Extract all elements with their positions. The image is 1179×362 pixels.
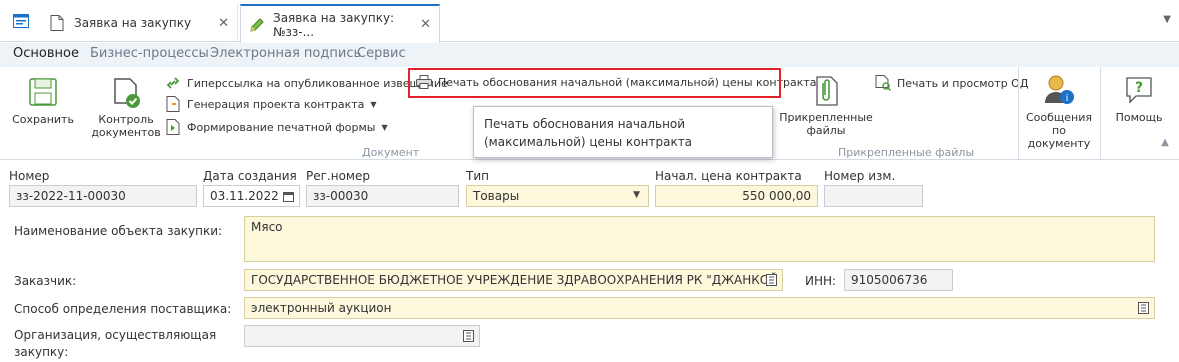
messages-label-1: Сообщения по xyxy=(1025,111,1092,137)
control-documents-label-2: документов xyxy=(91,126,161,139)
ribbon-separator xyxy=(1018,67,1019,159)
tab-business-processes[interactable]: Бизнес-процессы xyxy=(90,46,209,61)
tab-purchase-request[interactable]: Заявка на закупку ✕ xyxy=(42,4,238,42)
object-textarea[interactable]: Мясо xyxy=(244,216,1155,262)
org-label-2: закупку: xyxy=(14,345,69,359)
created-date-field[interactable]: 03.11.2022 xyxy=(203,185,300,207)
help-label: Помощь xyxy=(1115,111,1163,124)
chevron-down-icon[interactable]: ▼ xyxy=(633,190,640,200)
generate-contract-label: Генерация проекта контракта xyxy=(187,97,365,111)
type-select[interactable]: Товары ▼ xyxy=(466,185,649,207)
pencil-icon xyxy=(249,17,265,33)
inn-field[interactable]: 9105006736 xyxy=(844,269,953,291)
print-preview-icon xyxy=(875,75,891,91)
chevron-down-icon[interactable]: ▼ xyxy=(1163,14,1171,25)
tab-label: Заявка на закупку xyxy=(74,16,192,30)
document-tabbar: Заявка на закупку ✕ Заявка на закупку: №… xyxy=(0,0,1179,43)
print-view-od-button[interactable]: Печать и просмотр ОД xyxy=(875,75,1028,91)
chevron-up-icon[interactable]: ▲ xyxy=(1161,137,1169,148)
close-icon[interactable]: ✕ xyxy=(420,17,431,32)
ribbon-separator xyxy=(1100,67,1101,159)
paperclip-icon xyxy=(816,76,838,106)
document-icon xyxy=(50,15,66,31)
help-icon: ? xyxy=(1126,77,1152,104)
user-info-icon: i xyxy=(1045,75,1074,104)
document-icon xyxy=(165,119,181,135)
control-documents-button[interactable]: Контроль документов xyxy=(88,77,164,139)
chevron-down-icon: ▼ xyxy=(381,122,388,132)
calendar-icon[interactable] xyxy=(282,190,294,202)
highlight-box xyxy=(408,68,781,98)
inn-label: ИНН: xyxy=(805,274,837,288)
attached-files-button[interactable]: Прикрепленные файлы xyxy=(779,73,873,137)
save-button[interactable]: Сохранить xyxy=(12,77,74,126)
number-label: Номер xyxy=(9,169,50,183)
help-button[interactable]: ? Помощь xyxy=(1108,75,1170,124)
control-documents-label-1: Контроль xyxy=(98,113,154,126)
generate-contract-button[interactable]: Генерация проекта контракта ▼ xyxy=(165,96,377,112)
customer-label: Заказчик: xyxy=(14,274,77,288)
regnum-label: Рег.номер xyxy=(306,169,370,183)
change-number-label: Номер изм. xyxy=(824,169,896,183)
price-field[interactable]: 550 000,00 xyxy=(655,185,818,207)
org-label-1: Организация, осуществляющая xyxy=(14,328,217,342)
save-icon xyxy=(29,78,57,106)
change-number-field[interactable] xyxy=(824,185,923,207)
attached-files-label-1: Прикрепленные xyxy=(779,111,873,124)
object-label: Наименование объекта закупки: xyxy=(14,224,223,238)
org-field[interactable] xyxy=(244,325,480,347)
created-date-label: Дата создания xyxy=(203,169,297,183)
hyperlink-button[interactable]: Гиперссылка на опубликованное извещение xyxy=(165,75,448,91)
chevron-down-icon: ▼ xyxy=(370,99,377,109)
regnum-field[interactable]: зз-00030 xyxy=(306,185,459,207)
tooltip: Печать обоснования начальной (максимальн… xyxy=(473,106,773,158)
tab-digital-signature[interactable]: Электронная подпись xyxy=(210,46,361,61)
document-check-icon xyxy=(114,78,140,108)
type-label: Тип xyxy=(466,169,489,183)
window-icon xyxy=(13,14,29,28)
tab-service[interactable]: Сервис xyxy=(357,46,406,61)
tab-label: Заявка на закупку: №зз-... xyxy=(273,10,395,39)
lookup-icon[interactable] xyxy=(462,330,474,342)
document-icon xyxy=(165,96,181,112)
method-value: электронный аукцион xyxy=(251,301,392,315)
method-label: Способ определения поставщика: xyxy=(14,302,232,316)
purchase-form: Номер зз-2022-11-00030 Дата создания 03.… xyxy=(0,161,1179,362)
save-label: Сохранить xyxy=(12,113,74,126)
svg-text:?: ? xyxy=(1135,80,1143,96)
tab-purchase-request-edit[interactable]: Заявка на закупку: №зз-... ✕ xyxy=(240,4,440,43)
lookup-icon[interactable] xyxy=(765,274,777,286)
print-view-od-label: Печать и просмотр ОД xyxy=(897,76,1029,90)
type-value: Товары xyxy=(473,189,520,203)
print-form-button[interactable]: Формирование печатной формы ▼ xyxy=(165,119,388,135)
close-icon[interactable]: ✕ xyxy=(218,16,229,31)
created-date-value: 03.11.2022 xyxy=(210,189,279,203)
messages-label-2: документу xyxy=(1027,137,1091,150)
messages-button[interactable]: i Сообщения по документу xyxy=(1020,73,1098,150)
attached-files-label-2: файлы xyxy=(806,124,846,137)
group-label-document: Документ xyxy=(362,146,420,159)
number-field[interactable]: зз-2022-11-00030 xyxy=(9,185,197,207)
ribbon-tabs: Основное Бизнес-процессы Электронная под… xyxy=(0,43,1179,67)
home-tab[interactable] xyxy=(4,4,38,38)
price-label: Начал. цена контракта xyxy=(655,169,802,183)
tab-main[interactable]: Основное xyxy=(13,46,79,61)
method-field[interactable]: электронный аукцион xyxy=(244,297,1155,319)
group-label-attached: Прикрепленные файлы xyxy=(838,146,975,159)
customer-value: ГОСУДАРСТВЕННОЕ БЮДЖЕТНОЕ УЧРЕЖДЕНИЕ ЗДР… xyxy=(251,273,779,287)
customer-field[interactable]: ГОСУДАРСТВЕННОЕ БЮДЖЕТНОЕ УЧРЕЖДЕНИЕ ЗДР… xyxy=(244,269,783,291)
print-form-label: Формирование печатной формы xyxy=(187,120,376,134)
link-icon xyxy=(165,75,181,91)
svg-text:i: i xyxy=(1066,93,1069,104)
lookup-icon[interactable] xyxy=(1137,302,1149,314)
